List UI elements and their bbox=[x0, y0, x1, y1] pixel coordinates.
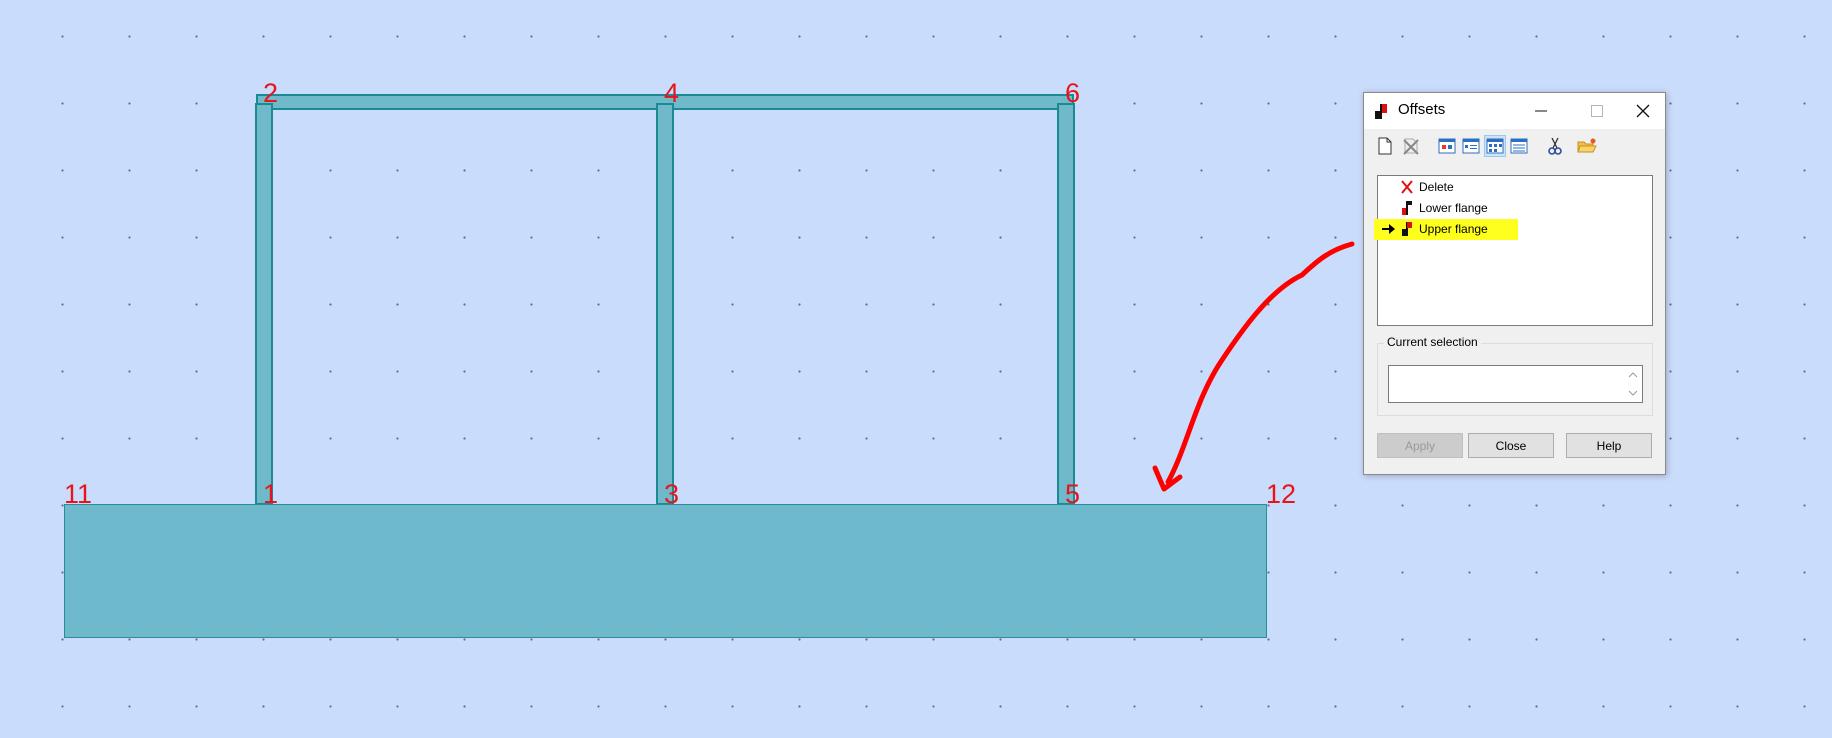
help-button[interactable]: Help bbox=[1566, 433, 1652, 458]
view-3-button[interactable] bbox=[1484, 135, 1506, 157]
view-1-button[interactable] bbox=[1436, 135, 1458, 157]
current-selection-field[interactable] bbox=[1388, 365, 1643, 403]
open-folder-icon bbox=[1577, 138, 1597, 153]
flange-icon bbox=[1402, 201, 1412, 215]
current-selection-group bbox=[1377, 343, 1653, 416]
close-button[interactable]: Close bbox=[1468, 433, 1554, 458]
view-3-icon bbox=[1486, 138, 1504, 154]
list-item-upper-flange[interactable]: Upper flange bbox=[1374, 219, 1652, 240]
list-item-delete[interactable]: Delete bbox=[1378, 177, 1652, 198]
view-2-button[interactable] bbox=[1460, 135, 1482, 157]
new-button[interactable] bbox=[1374, 135, 1396, 157]
open-folder-button[interactable] bbox=[1576, 135, 1598, 157]
view-4-icon bbox=[1510, 138, 1528, 154]
list-item-lower-flange[interactable]: Lower flange bbox=[1378, 198, 1652, 219]
list-item-label: Lower flange bbox=[1419, 201, 1488, 215]
maximize-icon bbox=[1591, 105, 1603, 117]
current-arrow-icon bbox=[1382, 224, 1395, 234]
cut-button[interactable] bbox=[1544, 135, 1566, 157]
toolbar bbox=[1372, 133, 1662, 163]
close-window-button[interactable] bbox=[1620, 93, 1666, 129]
view-4-button[interactable] bbox=[1508, 135, 1530, 157]
apply-button[interactable]: Apply bbox=[1377, 433, 1463, 458]
view-2-icon bbox=[1462, 138, 1480, 154]
view-1-icon bbox=[1438, 138, 1456, 154]
current-selection-title: Current selection bbox=[1384, 335, 1481, 349]
red-x-icon bbox=[1401, 180, 1413, 194]
close-icon bbox=[1636, 104, 1650, 118]
delete-icon bbox=[1403, 138, 1419, 155]
offsets-dialog: Offsets Delete Lower flange Upper flange… bbox=[1363, 92, 1666, 475]
minimize-icon bbox=[1535, 110, 1547, 112]
minimize-button[interactable] bbox=[1518, 93, 1564, 129]
cut-icon bbox=[1548, 137, 1562, 155]
flange-icon bbox=[1402, 222, 1412, 236]
list-item-label: Delete bbox=[1419, 180, 1454, 194]
new-icon bbox=[1378, 137, 1392, 155]
offsets-list[interactable]: Delete Lower flange Upper flange bbox=[1374, 175, 1653, 326]
list-item-label: Upper flange bbox=[1419, 222, 1488, 236]
title-bar[interactable]: Offsets bbox=[1364, 93, 1665, 129]
delete-tool-button[interactable] bbox=[1400, 135, 1422, 157]
dialog-title: Offsets bbox=[1398, 101, 1446, 118]
maximize-button[interactable] bbox=[1574, 93, 1620, 129]
offsets-flange-icon bbox=[1375, 104, 1387, 119]
spin-arrows-icon[interactable] bbox=[1624, 366, 1642, 402]
